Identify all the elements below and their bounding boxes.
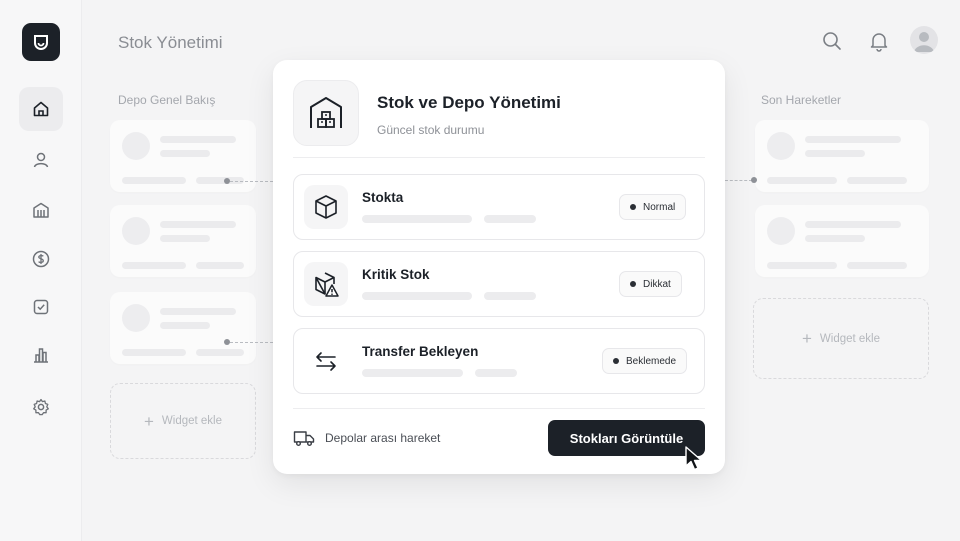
box-warning-icon-box [304, 262, 348, 306]
placeholder-card [755, 205, 929, 277]
bell-icon[interactable] [868, 30, 890, 52]
home-icon [33, 101, 49, 117]
transfer-arrows-icon [316, 352, 336, 371]
stock-row-instock[interactable]: Stokta Normal [293, 174, 705, 240]
logo-icon [34, 35, 48, 50]
sidebar-item-users[interactable] [19, 138, 63, 182]
modal-title: Stok ve Depo Yönetimi [377, 93, 561, 112]
box-icon [315, 195, 337, 219]
user-icon [33, 152, 49, 168]
placeholder-card [110, 292, 256, 364]
sidebar-item-reports[interactable] [19, 333, 63, 377]
right-panel-label: Son Hareketler [761, 93, 842, 107]
placeholder-card [755, 120, 929, 192]
building-icon [33, 202, 49, 218]
row-title: Kritik Stok [362, 267, 430, 282]
status-badge: Beklemede [602, 348, 688, 374]
add-widget-button-right[interactable]: + Widget ekle [753, 298, 929, 379]
plus-icon: + [143, 411, 154, 431]
app-logo[interactable] [22, 23, 60, 61]
page-title: Stok Yönetimi [118, 33, 223, 52]
add-widget-button-left[interactable]: + Widget ekle [110, 383, 256, 459]
row-title: Stokta [362, 190, 404, 205]
sidebar-item-home[interactable] [19, 87, 63, 131]
placeholder-bar [362, 292, 472, 300]
avatar[interactable] [910, 26, 938, 54]
stock-modal: Stok ve Depo Yönetimi Güncel stok durumu… [273, 60, 725, 474]
truck-icon [293, 431, 315, 446]
footer-link-label: Depolar arası hareket [325, 431, 441, 445]
view-stocks-button[interactable]: Stokları Görüntüle [548, 420, 705, 456]
sidebar-item-settings[interactable] [19, 385, 63, 429]
connector-line [725, 180, 752, 181]
modal-subtitle: Güncel stok durumu [377, 123, 485, 137]
user-avatar-icon [914, 32, 934, 52]
connector-dot [751, 177, 757, 183]
checkbox-icon [33, 299, 49, 315]
sidebar [0, 0, 82, 541]
bar-chart-icon [34, 348, 48, 363]
row-title: Transfer Bekleyen [362, 344, 479, 359]
stock-row-transfer[interactable]: Transfer Bekleyen Beklemede [293, 328, 705, 394]
mouse-cursor-icon [685, 446, 703, 471]
status-badge: Dikkat [619, 271, 682, 297]
placeholder-bar [475, 369, 517, 377]
placeholder-bar [362, 215, 472, 223]
left-panel-label: Depo Genel Bakış [118, 93, 216, 107]
connector-line [230, 181, 273, 182]
search-icon[interactable] [821, 30, 843, 52]
divider [293, 408, 705, 409]
add-widget-label: Widget ekle [161, 415, 223, 427]
plus-icon: + [801, 329, 812, 348]
gear-icon [33, 398, 49, 416]
add-widget-label: Widget ekle [819, 332, 881, 345]
transfer-icon-box [304, 339, 348, 383]
placeholder-bar [484, 292, 536, 300]
divider [293, 157, 705, 158]
placeholder-bar [362, 369, 463, 377]
status-badge: Normal [619, 194, 687, 220]
placeholder-bar [484, 215, 536, 223]
box-warning-icon [315, 272, 339, 297]
box-icon-box [304, 185, 348, 229]
sidebar-item-tasks[interactable] [19, 285, 63, 329]
dollar-icon [32, 250, 50, 268]
sidebar-item-warehouse[interactable] [19, 188, 63, 232]
stock-row-critical[interactable]: Kritik Stok Dikkat [293, 251, 705, 317]
sidebar-item-finance[interactable] [19, 237, 63, 281]
inter-warehouse-link[interactable]: Depolar arası hareket [293, 429, 440, 447]
connector-line [230, 342, 273, 343]
placeholder-card [110, 205, 256, 277]
warehouse-icon [310, 97, 342, 128]
warehouse-icon-box [293, 80, 359, 146]
